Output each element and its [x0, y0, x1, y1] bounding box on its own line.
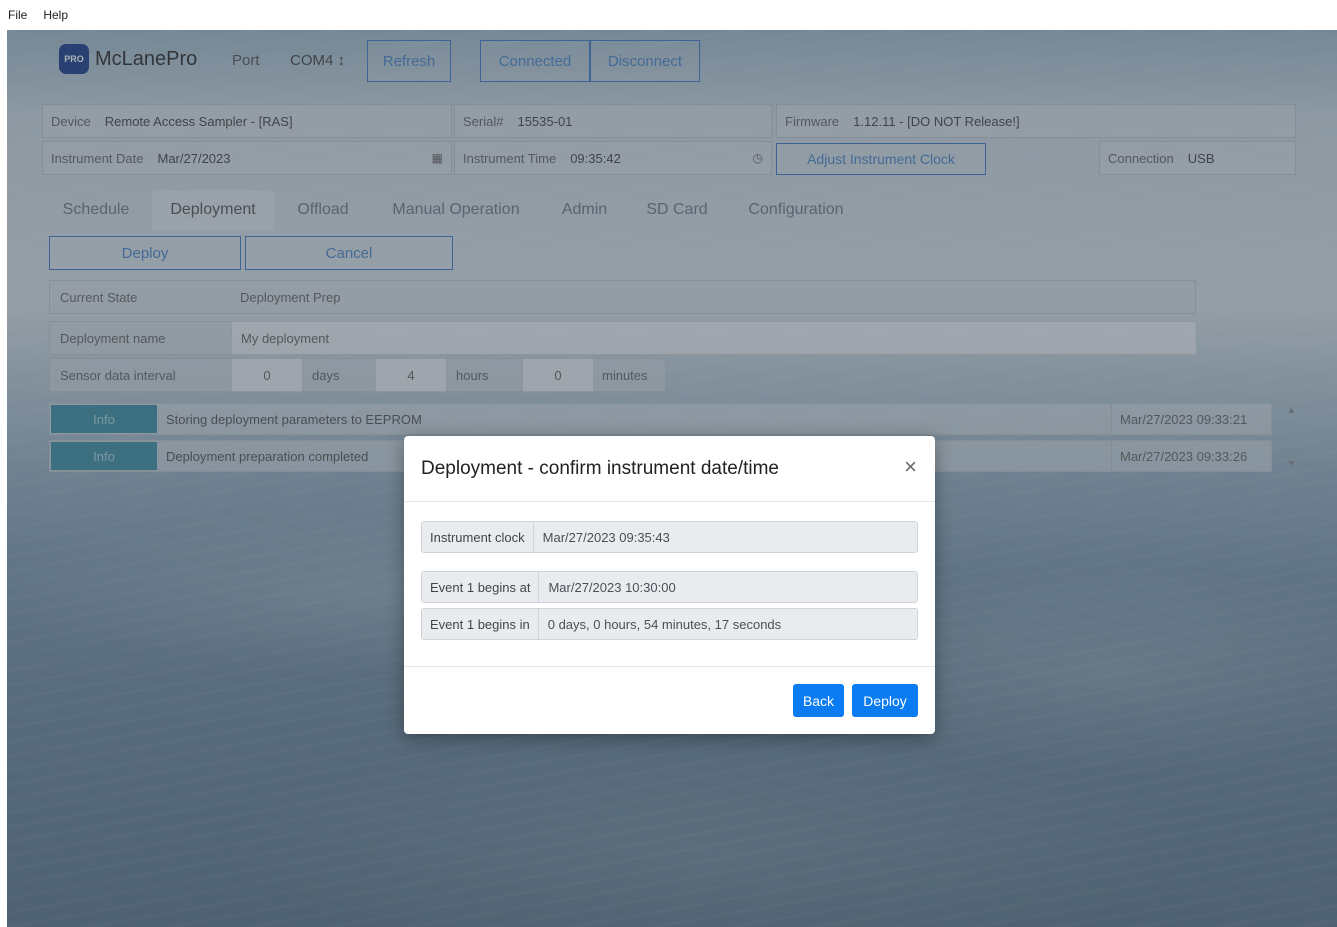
event-begins-in-label: Event 1 begins in [422, 609, 539, 639]
event-begins-at-value: Mar/27/2023 10:30:00 [539, 572, 917, 602]
menu-file[interactable]: File [8, 8, 27, 22]
close-icon[interactable]: × [904, 456, 917, 478]
modal-header: Deployment - confirm instrument date/tim… [404, 436, 935, 502]
deploy-confirm-button[interactable]: Deploy [852, 684, 918, 717]
menu-help[interactable]: Help [43, 8, 68, 22]
event-begins-in-row: Event 1 begins in 0 days, 0 hours, 54 mi… [421, 608, 918, 640]
menu-bar: File Help [0, 0, 1337, 30]
instrument-clock-label: Instrument clock [422, 522, 534, 552]
instrument-clock-value: Mar/27/2023 09:35:43 [533, 522, 917, 552]
event-begins-at-label: Event 1 begins at [422, 572, 540, 602]
confirm-modal: Deployment - confirm instrument date/tim… [404, 436, 935, 734]
instrument-clock-row: Instrument clock Mar/27/2023 09:35:43 [421, 521, 918, 553]
back-button[interactable]: Back [793, 684, 844, 717]
event-begins-at-row: Event 1 begins at Mar/27/2023 10:30:00 [421, 571, 918, 603]
event-begins-in-value: 0 days, 0 hours, 54 minutes, 17 seconds [538, 609, 917, 639]
modal-title: Deployment - confirm instrument date/tim… [421, 458, 779, 479]
